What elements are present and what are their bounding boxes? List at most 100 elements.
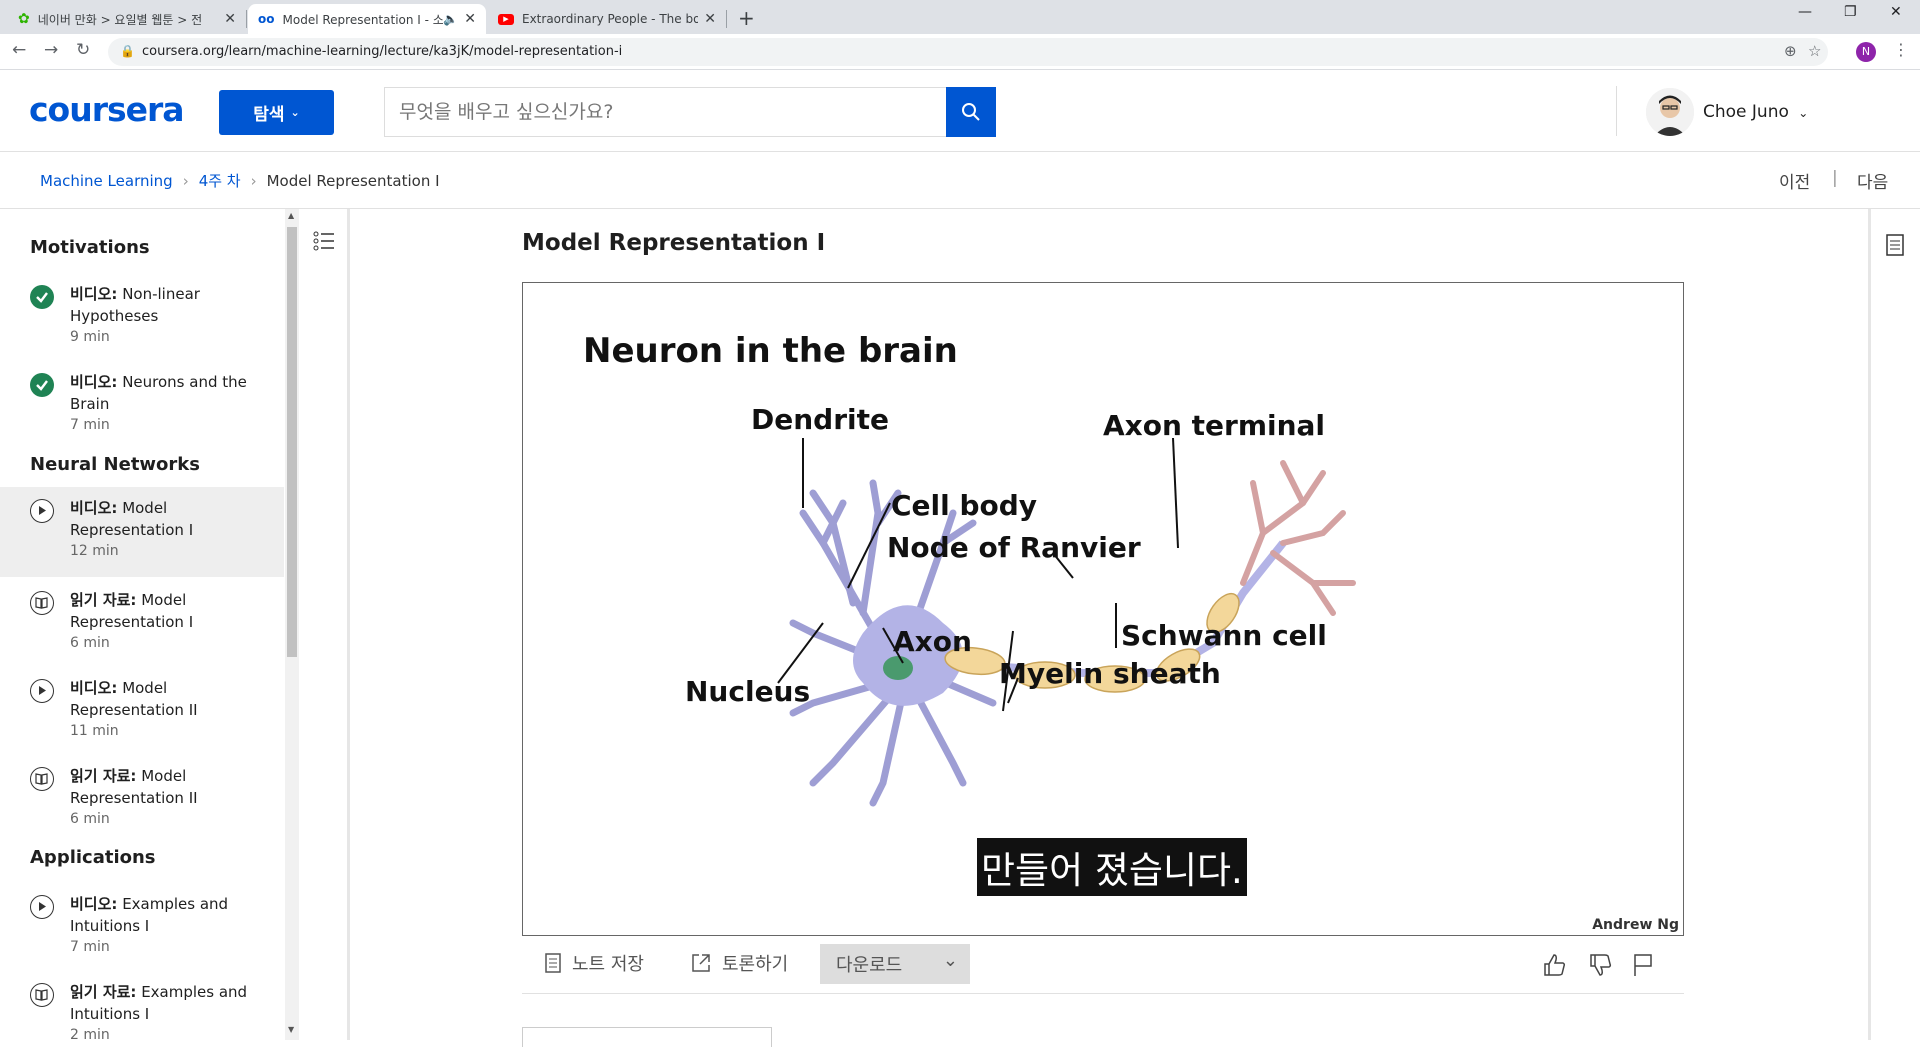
label-schwann-cell: Schwann cell (1121, 619, 1327, 652)
bookmark-star-icon[interactable]: ☆ (1808, 42, 1821, 60)
scrollbar-thumb[interactable] (287, 227, 297, 657)
breadcrumb-course[interactable]: Machine Learning (40, 172, 173, 190)
left-rail (300, 209, 350, 1040)
label-node-of-ranvier: Node of Ranvier (887, 531, 1141, 564)
lock-icon: 🔒 (120, 44, 135, 58)
item-text: 비디오: Non-linear Hypotheses (70, 283, 270, 327)
tab-naver-webtoon[interactable]: ✿ 네이버 만화 > 요일별 웹툰 > 전 ✕ (8, 4, 246, 34)
restore-icon[interactable]: ❐ (1844, 4, 1857, 20)
item-duration: 2 min (70, 1027, 110, 1040)
tab-youtube[interactable]: ▶ Extraordinary People - The boy ✕ (488, 4, 726, 34)
item-type: 비디오: (70, 285, 118, 303)
new-tab-icon[interactable]: + (738, 6, 755, 30)
item-type: 비디오: (70, 895, 118, 913)
video-actions-bar: 노트 저장 토론하기 다운로드 ⌄ (522, 938, 1684, 994)
label-axon-terminal: Axon terminal (1103, 409, 1326, 442)
scroll-down-icon[interactable]: ▼ (288, 1025, 294, 1034)
list-toggle-icon[interactable] (312, 229, 336, 253)
back-icon[interactable]: ← (12, 40, 26, 60)
external-link-icon (692, 954, 710, 972)
chevron-down-icon: ⌄ (290, 106, 300, 119)
user-name[interactable]: Choe Juno ⌄ (1703, 102, 1808, 122)
zoom-icon[interactable]: ⊕ (1784, 42, 1797, 60)
search-button[interactable] (946, 87, 996, 137)
address-bar-row: ← → ↻ 🔒 coursera.org/learn/machine-learn… (0, 34, 1920, 70)
note-icon (545, 953, 561, 973)
tab-coursera[interactable]: oo Model Representation I - 소 🔈 ✕ (248, 4, 486, 34)
flag-icon (1634, 954, 1652, 976)
sidebar-item-examples-and-intuitions-i-video[interactable]: 비디오: Examples and Intuitions I 7 min (0, 889, 284, 975)
sidebar-item-model-representation-ii-reading[interactable]: 읽기 자료: Model Representation II 6 min (0, 761, 284, 847)
save-note-button[interactable]: 노트 저장 (544, 950, 644, 976)
play-circle-icon (30, 895, 54, 919)
header-divider (1616, 86, 1617, 136)
prev-link[interactable]: 이전 (1779, 168, 1810, 193)
search-input[interactable]: 무엇을 배우고 싶으신가요? (384, 87, 946, 137)
user-avatar[interactable] (1646, 88, 1694, 136)
slide-credit: Andrew Ng (1592, 917, 1679, 933)
browser-tab-strip: ✿ 네이버 만화 > 요일별 웹툰 > 전 ✕ oo Model Represe… (0, 0, 1920, 34)
coursera-favicon-icon: oo (258, 12, 275, 26)
thumbs-down-icon (1590, 954, 1612, 976)
label-myelin-sheath: Myelin sheath (999, 657, 1221, 690)
label-dendrite: Dendrite (751, 403, 889, 436)
scroll-up-icon[interactable]: ▲ (288, 211, 294, 220)
sidebar-item-examples-and-intuitions-i-reading[interactable]: 읽기 자료: Examples and Intuitions I 2 min (0, 977, 284, 1040)
sidebar-item-neurons-and-the-brain[interactable]: 비디오: Neurons and the Brain 7 min (0, 367, 284, 453)
browser-profile-avatar[interactable]: N (1856, 42, 1876, 62)
browser-menu-icon[interactable]: ⋮ (1893, 40, 1909, 59)
speaker-icon[interactable]: 🔈 (443, 12, 458, 26)
discuss-label: 토론하기 (722, 954, 789, 975)
reload-icon[interactable]: ↻ (76, 40, 90, 60)
breadcrumb-current: Model Representation I (266, 171, 440, 190)
item-type: 비디오: (70, 679, 118, 697)
sidebar-scrollbar[interactable]: ▲ ▼ (285, 209, 299, 1040)
chevron-right-icon: › (182, 171, 189, 190)
sidebar-item-model-representation-i-video[interactable]: 비디오: Model Representation I 12 min (0, 487, 284, 577)
user-name-text: Choe Juno (1703, 102, 1789, 122)
chevron-down-icon: ⌄ (942, 950, 958, 971)
sidebar-item-model-representation-i-reading[interactable]: 읽기 자료: Model Representation I 6 min (0, 585, 284, 671)
download-dropdown[interactable]: 다운로드 ⌄ (820, 944, 970, 984)
book-icon (30, 983, 54, 1007)
play-circle-icon (30, 679, 54, 703)
sidebar-item-non-linear-hypotheses[interactable]: 비디오: Non-linear Hypotheses 9 min (0, 279, 284, 365)
check-circle-icon (30, 373, 54, 397)
forward-icon[interactable]: → (44, 40, 58, 60)
close-window-icon[interactable]: ✕ (1890, 4, 1902, 20)
check-circle-icon (30, 285, 54, 309)
close-tab-icon[interactable]: ✕ (464, 11, 476, 27)
video-player[interactable]: Neuron in the brain Dendrite Axon termin… (522, 282, 1684, 936)
minimize-icon[interactable]: — (1798, 4, 1812, 20)
transcript-icon[interactable] (1885, 233, 1905, 257)
report-flag-button[interactable] (1632, 952, 1654, 984)
youtube-favicon-icon: ▶ (498, 13, 514, 25)
right-rail (1868, 209, 1920, 1040)
search-icon (962, 103, 980, 121)
item-type: 비디오: (70, 373, 118, 391)
close-tab-icon[interactable]: ✕ (224, 11, 236, 27)
section-title: Motivations (30, 237, 150, 258)
omnibox[interactable]: 🔒 coursera.org/learn/machine-learning/le… (108, 38, 1828, 66)
dislike-button[interactable] (1588, 952, 1614, 984)
item-duration: 7 min (70, 417, 110, 433)
tab-separator (726, 10, 727, 28)
like-button[interactable] (1542, 952, 1568, 984)
close-tab-icon[interactable]: ✕ (704, 11, 716, 27)
item-text: 읽기 자료: Examples and Intuitions I (70, 981, 270, 1025)
item-text: 비디오: Model Representation II (70, 677, 270, 721)
sidebar-item-model-representation-ii-video[interactable]: 비디오: Model Representation II 11 min (0, 673, 284, 759)
item-duration: 12 min (70, 543, 119, 559)
explore-button[interactable]: 탐색 ⌄ (219, 90, 334, 135)
content-card (522, 1027, 772, 1047)
item-text: 비디오: Neurons and the Brain (70, 371, 270, 415)
breadcrumb-week[interactable]: 4주 차 (199, 170, 241, 191)
next-link[interactable]: 다음 (1857, 168, 1888, 193)
course-sidebar: Motivations 비디오: Non-linear Hypotheses 9… (0, 209, 284, 1040)
item-type: 비디오: (70, 499, 118, 517)
section-title: Applications (30, 847, 156, 868)
item-text: 비디오: Model Representation I (70, 497, 270, 541)
coursera-logo[interactable]: coursera (29, 90, 185, 129)
discuss-button[interactable]: 토론하기 (690, 950, 788, 976)
item-type: 읽기 자료: (70, 983, 137, 1001)
